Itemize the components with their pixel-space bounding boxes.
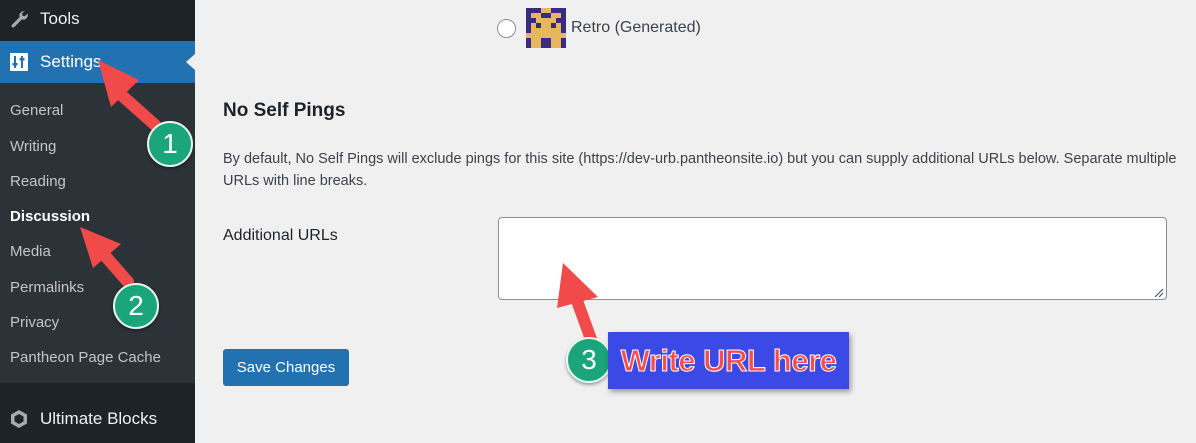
save-changes-button[interactable]: Save Changes [223,349,349,386]
additional-urls-textarea[interactable] [498,217,1167,300]
submenu-item-writing[interactable]: Writing [10,138,56,155]
step-badge-1: 1 [147,121,193,167]
submenu-item-discussion[interactable]: Discussion [10,208,90,225]
admin-sidebar: Tools Settings General Writing Reading D… [0,0,195,443]
menu-item-tools[interactable]: Tools [0,0,195,38]
additional-urls-label: Additional URLs [223,227,338,244]
submenu-item-permalinks[interactable]: Permalinks [10,279,84,296]
section-description: By default, No Self Pings will exclude p… [223,151,1177,189]
menu-item-ultimate-blocks-label: Ultimate Blocks [40,409,158,428]
wrench-icon [9,9,29,29]
settings-sliders-icon [9,52,29,72]
menu-item-settings-label: Settings [40,52,102,71]
section-title: No Self Pings [223,100,346,121]
step-badge-2: 2 [113,283,159,329]
menu-item-tools-label: Tools [40,9,80,28]
avatar-radio-retro[interactable] [497,18,516,38]
submenu-item-general[interactable]: General [10,102,63,119]
annotation-callout-text: Write URL here [620,342,837,378]
submenu-item-privacy[interactable]: Privacy [10,314,59,331]
resize-grip-icon[interactable] [1152,285,1164,298]
menu-item-ultimate-blocks[interactable]: Ultimate Blocks [0,396,195,442]
retro-avatar-image [526,8,566,48]
avatar-option-label: Retro (Generated) [571,19,701,36]
avatar-option-retro[interactable]: Retro (Generated) [497,8,701,48]
submenu-item-pantheon-page-cache[interactable]: Pantheon Page Cache [10,349,161,366]
annotation-callout: Write URL here [608,332,849,389]
menu-item-settings[interactable]: Settings [0,41,195,83]
submenu-item-reading[interactable]: Reading [10,173,66,190]
submenu-item-media[interactable]: Media [10,243,51,260]
ultimate-blocks-icon [9,409,29,429]
step-badge-3: 3 [566,337,612,383]
